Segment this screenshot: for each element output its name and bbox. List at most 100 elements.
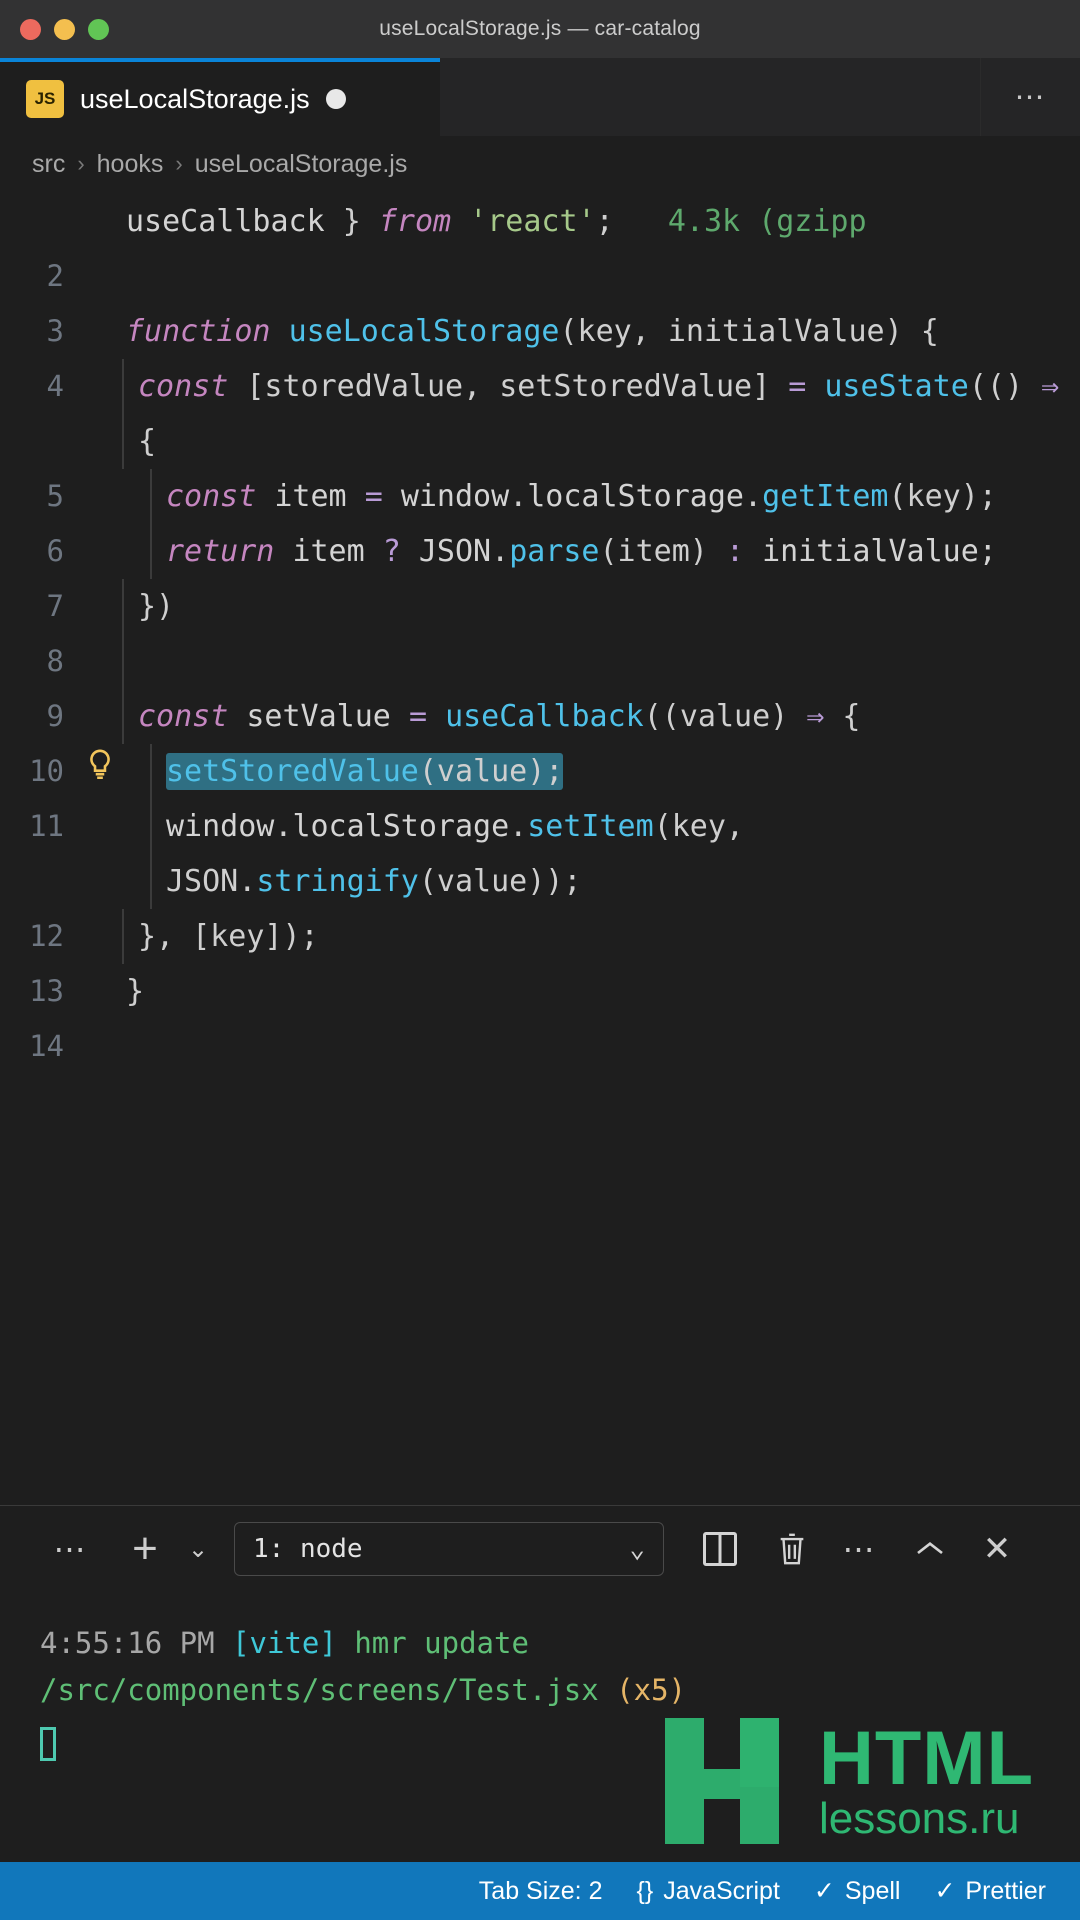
watermark: HTML lessons.ru (653, 1706, 1034, 1856)
terminal-source-tag: [vite] (232, 1626, 337, 1660)
code-text[interactable]: return item ? JSON.parse(item) : initial… (150, 524, 1080, 579)
code-token: window (166, 809, 275, 844)
terminal-more-icon[interactable]: ⋯ (826, 1530, 894, 1568)
code-line[interactable]: 10 setStoredValue(value); (0, 744, 1080, 799)
code-line[interactable]: 5 const item = window.localStorage.getIte… (0, 469, 1080, 524)
status-item-icon: ✓ (813, 1877, 835, 1905)
code-text[interactable]: setStoredValue(value); (150, 744, 1080, 799)
code-token: item (292, 534, 383, 569)
code-token: 'react' (469, 204, 596, 239)
code-token: } (126, 974, 145, 1009)
code-token: . (744, 479, 763, 514)
code-text[interactable]: window.localStorage.setItem(key, JSON.st… (150, 799, 1080, 909)
line-number: 6 (46, 534, 64, 568)
panel-views-more-icon[interactable]: ⋯ (28, 1530, 114, 1568)
javascript-file-icon: JS (26, 80, 64, 118)
traffic-lights (0, 18, 109, 40)
code-token: from (378, 204, 470, 239)
status-bar-item-tab-size-2[interactable]: Tab Size: 2 (479, 1877, 603, 1906)
trash-icon[interactable] (758, 1530, 826, 1568)
code-text[interactable] (122, 249, 1080, 304)
new-terminal-button[interactable]: + (114, 1524, 176, 1574)
watermark-subtitle: lessons.ru (818, 1794, 1020, 1843)
breadcrumb-item-file[interactable]: useLocalStorage.js (195, 150, 408, 179)
quick-fix-lightbulb-icon[interactable] (78, 744, 122, 799)
code-token: . (509, 809, 528, 844)
status-item-icon: ✓ (934, 1877, 956, 1905)
code-token: useCallback (126, 204, 343, 239)
code-token: const (166, 479, 275, 514)
status-item-label: Tab Size: 2 (478, 1876, 603, 1905)
code-token: . (274, 809, 293, 844)
tab-uselocalstorage-js[interactable]: JS useLocalStorage.js (0, 58, 440, 136)
code-text[interactable]: }, [key]); (122, 909, 1080, 964)
close-panel-icon[interactable]: ✕ (966, 1529, 1028, 1569)
code-text[interactable]: function useLocalStorage(key, initialVal… (122, 304, 1080, 359)
code-token: (() (968, 369, 1042, 404)
status-bar-item-javascript[interactable]: {} JavaScript (636, 1877, 779, 1906)
breadcrumb: src › hooks › useLocalStorage.js (0, 136, 1080, 192)
status-bar: Tab Size: 2 {} JavaScript ✓ Spell ✓ Prettier (0, 1862, 1080, 1920)
status-bar-item-spell[interactable]: ✓ Spell (814, 1876, 901, 1906)
code-token: useLocalStorage (288, 314, 560, 349)
breadcrumb-item-hooks[interactable]: hooks (97, 150, 164, 179)
line-number: 11 (29, 809, 64, 843)
status-bar-item-prettier[interactable]: ✓ Prettier (934, 1876, 1046, 1906)
terminal-output[interactable]: 4:55:16 PM [vite] hmr update /src/compon… (0, 1592, 1080, 1862)
code-text[interactable] (122, 634, 1080, 689)
terminal-timestamp: 4:55:16 PM (40, 1626, 215, 1660)
line-number: 3 (46, 314, 64, 348)
split-terminal-icon[interactable] (682, 1532, 758, 1566)
unsaved-changes-dot-icon[interactable] (325, 89, 346, 109)
breadcrumb-item-src[interactable]: src (32, 150, 65, 179)
close-window-button[interactable] (20, 18, 41, 40)
code-line[interactable]: 2 (0, 249, 1080, 304)
maximize-window-button[interactable] (88, 18, 109, 40)
code-line[interactable]: 12}, [key]); (0, 909, 1080, 964)
code-token: ⇒ (806, 699, 825, 734)
code-line[interactable]: 14 (0, 1019, 1080, 1074)
code-text[interactable]: const [storedValue, setStoredValue] = us… (122, 359, 1080, 469)
maximize-panel-icon[interactable] (894, 1538, 966, 1560)
code-line[interactable]: 11 window.localStorage.setItem(key, JSON.… (0, 799, 1080, 909)
code-token: const (138, 699, 247, 734)
code-token: (item) (599, 534, 726, 569)
code-line[interactable]: useCallback } from 'react'; 4.3k (gzipp (0, 194, 1080, 249)
line-number: 5 (46, 479, 64, 513)
code-token: [storedValue, setStoredValue] (246, 369, 789, 404)
code-lines[interactable]: useCallback } from 'react'; 4.3k (gzipp 2… (0, 194, 1080, 1074)
code-text[interactable]: }) (122, 579, 1080, 634)
code-text[interactable]: useCallback } from 'react'; 4.3k (gzipp (122, 194, 1080, 249)
new-terminal-chevron-down-icon[interactable]: ⌄ (176, 1535, 220, 1564)
code-text[interactable]: } (122, 964, 1080, 1019)
code-token: const (138, 369, 247, 404)
code-token: getItem (762, 479, 889, 514)
code-text[interactable] (122, 1019, 1080, 1074)
code-token: (value)); (418, 864, 582, 899)
minimize-window-button[interactable] (54, 18, 75, 40)
code-line[interactable]: 9 const setValue = useCallback((value) ⇒ … (0, 689, 1080, 744)
code-line[interactable]: 3 function useLocalStorage(key, initialVa… (0, 304, 1080, 359)
code-line[interactable]: 8 (0, 634, 1080, 689)
code-token: initialValue; (762, 534, 997, 569)
code-token: }, [key]); (138, 919, 319, 954)
code-token: useCallback (445, 699, 644, 734)
status-item-label: JavaScript (663, 1876, 780, 1905)
code-token: stringify (256, 864, 419, 899)
code-token: JSON (418, 534, 492, 569)
code-token: . (238, 864, 257, 899)
window-title: useLocalStorage.js — car-catalog (379, 17, 701, 40)
code-text[interactable]: const item = window.localStorage.getItem… (150, 469, 1080, 524)
terminal-instance-label: 1: node (253, 1534, 363, 1564)
editor-actions-more-icon[interactable]: ⋯ (980, 58, 1080, 136)
code-line[interactable]: 6 return item ? JSON.parse(item) : initia… (0, 524, 1080, 579)
watermark-logo-icon (653, 1706, 803, 1856)
code-token: localStorage (527, 479, 744, 514)
code-line[interactable]: 13} (0, 964, 1080, 1019)
code-line[interactable]: 7}) (0, 579, 1080, 634)
code-line[interactable]: 4 const [storedValue, setStoredValue] = u… (0, 359, 1080, 469)
code-text[interactable]: const setValue = useCallback((value) ⇒ { (122, 689, 1080, 744)
code-token: window (400, 479, 510, 514)
terminal-instance-select[interactable]: 1: node ⌄ (234, 1522, 664, 1576)
code-editor[interactable]: useCallback } from 'react'; 4.3k (gzipp 2… (0, 192, 1080, 1505)
